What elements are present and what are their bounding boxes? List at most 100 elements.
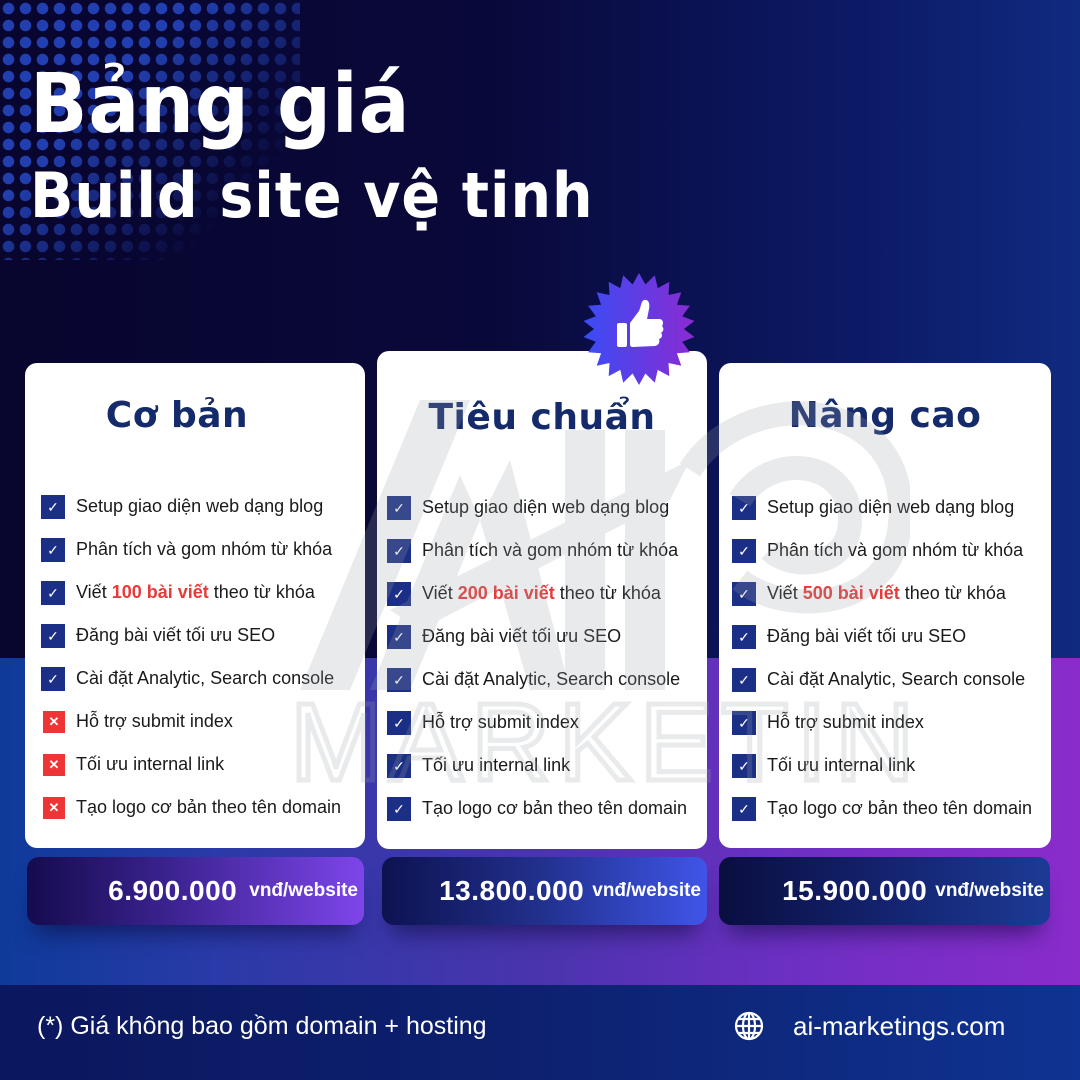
feature-text: Phân tích và gom nhóm từ khóa xyxy=(767,540,1023,561)
feature-text-pre: Hỗ trợ submit index xyxy=(767,712,924,732)
feature-text: Tối ưu internal link xyxy=(767,755,915,776)
check-icon: ✓ xyxy=(41,666,65,691)
check-icon: ✓ xyxy=(387,710,411,735)
feature-text: Cài đặt Analytic, Search console xyxy=(767,669,1025,690)
feature-text-pre: Setup giao diện web dạng blog xyxy=(767,497,1015,517)
feature-item: ✓ Phân tích và gom nhóm từ khóa xyxy=(732,529,1047,572)
check-icon: ✓ xyxy=(387,753,411,778)
cross-icon: ✕ xyxy=(43,710,65,733)
feature-item: ✕ Tạo logo cơ bản theo tên domain xyxy=(41,786,361,829)
feature-text-pre: Tối ưu internal link xyxy=(76,754,225,774)
feature-text-pre: Phân tích và gom nhóm từ khóa xyxy=(76,539,333,559)
check-icon: ✓ xyxy=(41,537,65,562)
feature-item: ✓ Tối ưu internal link xyxy=(732,744,1047,787)
feature-item: ✕ Hỗ trợ submit index xyxy=(41,700,361,743)
feature-text-pre: Cài đặt Analytic, Search console xyxy=(422,669,681,689)
feature-text: Hỗ trợ submit index xyxy=(767,712,924,733)
check-icon: ✓ xyxy=(732,538,756,563)
feature-text-pre: Hỗ trợ submit index xyxy=(422,712,579,732)
feature-text-pre: Cài đặt Analytic, Search console xyxy=(767,669,1026,689)
feature-item: ✓ Đăng bài viết tối ưu SEO xyxy=(387,615,703,658)
website-link[interactable]: ai-marketings.com xyxy=(733,1010,1005,1042)
check-icon: ✓ xyxy=(387,538,411,563)
cross-icon: ✕ xyxy=(43,796,65,819)
feature-item: ✓ Viết 200 bài viết theo từ khóa xyxy=(387,572,703,615)
price-box-standard: 13.800.000 vnđ/website xyxy=(382,857,707,925)
check-icon: ✓ xyxy=(387,796,411,821)
check-icon: ✓ xyxy=(732,495,756,520)
feature-text: Phân tích và gom nhóm từ khóa xyxy=(422,540,678,561)
feature-text: Tối ưu internal link xyxy=(422,755,570,776)
check-icon: ✓ xyxy=(732,667,756,692)
feature-item: ✕ Tối ưu internal link xyxy=(41,743,361,786)
price-unit: vnđ/website xyxy=(249,880,358,901)
feature-highlight: 100 bài viết xyxy=(111,582,209,602)
price-box-basic: 6.900.000 vnđ/website xyxy=(27,857,364,925)
feature-text: Viết 200 bài viết theo từ khóa xyxy=(422,583,661,604)
feature-text: Viết 500 bài viết theo từ khóa xyxy=(767,583,1006,604)
check-icon: ✓ xyxy=(387,495,411,520)
feature-text: Setup giao diện web dạng blog xyxy=(76,496,323,517)
feature-list: ✓ Setup giao diện web dạng blog ✓ Phân tích… xyxy=(732,486,1047,830)
plan-title: Cơ bản xyxy=(105,395,249,436)
feature-item: ✓ Tạo logo cơ bản theo tên domain xyxy=(732,787,1047,830)
feature-text: Đăng bài viết tối ưu SEO xyxy=(76,625,275,646)
feature-text: Tạo logo cơ bản theo tên domain xyxy=(422,798,687,819)
plan-card-advanced: Nâng cao ✓ Setup giao diện web dạng blog ✓… xyxy=(719,363,1051,848)
page-title: Bảng giá xyxy=(30,57,411,152)
plan-title: Nâng cao xyxy=(788,395,982,436)
feature-text: Đăng bài viết tối ưu SEO xyxy=(767,626,966,647)
feature-item: ✓ Tối ưu internal link xyxy=(387,744,703,787)
feature-text: Setup giao diện web dạng blog xyxy=(422,497,669,518)
feature-text: Hỗ trợ submit index xyxy=(76,711,233,732)
check-icon: ✓ xyxy=(732,624,756,649)
feature-item: ✓ Cài đặt Analytic, Search console xyxy=(387,658,703,701)
feature-text: Cài đặt Analytic, Search console xyxy=(76,668,334,689)
feature-text: Viết 100 bài viết theo từ khóa xyxy=(76,582,315,603)
feature-text-post: theo từ khóa xyxy=(899,583,1006,603)
check-icon: ✓ xyxy=(41,623,65,648)
check-icon: ✓ xyxy=(732,581,756,606)
check-icon: ✓ xyxy=(387,581,411,606)
feature-highlight: 200 bài viết xyxy=(457,583,555,603)
feature-item: ✓ Hỗ trợ submit index xyxy=(387,701,703,744)
feature-text-pre: Setup giao diện web dạng blog xyxy=(76,496,324,516)
feature-item: ✓ Đăng bài viết tối ưu SEO xyxy=(732,615,1047,658)
check-icon: ✓ xyxy=(732,796,756,821)
feature-list: ✓ Setup giao diện web dạng blog ✓ Phân tích… xyxy=(41,485,361,829)
feature-highlight: 500 bài viết xyxy=(802,583,900,603)
feature-text-pre: Viết xyxy=(767,583,803,603)
feature-list: ✓ Setup giao diện web dạng blog ✓ Phân tích… xyxy=(387,486,703,830)
feature-item: ✓ Cài đặt Analytic, Search console xyxy=(41,657,361,700)
feature-text-post: theo từ khóa xyxy=(554,583,661,603)
feature-text-pre: Viết xyxy=(422,583,458,603)
feature-item: ✓ Phân tích và gom nhóm từ khóa xyxy=(41,528,361,571)
feature-text-pre: Phân tích và gom nhóm từ khóa xyxy=(767,540,1024,560)
feature-text-pre: Phân tích và gom nhóm từ khóa xyxy=(422,540,679,560)
feature-text: Đăng bài viết tối ưu SEO xyxy=(422,626,621,647)
feature-item: ✓ Setup giao diện web dạng blog xyxy=(387,486,703,529)
check-icon: ✓ xyxy=(387,624,411,649)
feature-text: Tối ưu internal link xyxy=(76,754,224,775)
globe-icon xyxy=(734,1011,764,1041)
feature-text: Cài đặt Analytic, Search console xyxy=(422,669,680,690)
feature-text-pre: Cài đặt Analytic, Search console xyxy=(76,668,335,688)
feature-text: Tạo logo cơ bản theo tên domain xyxy=(767,798,1032,819)
feature-text-pre: Tạo logo cơ bản theo tên domain xyxy=(767,798,1032,818)
cross-icon: ✕ xyxy=(43,753,65,776)
feature-text-pre: Setup giao diện web dạng blog xyxy=(422,497,670,517)
feature-text-pre: Tạo logo cơ bản theo tên domain xyxy=(76,797,341,817)
page-subtitle: Build site vệ tinh xyxy=(30,159,594,232)
price-amount: 15.900.000 xyxy=(782,875,928,906)
feature-text: Tạo logo cơ bản theo tên domain xyxy=(76,797,341,818)
feature-text: Phân tích và gom nhóm từ khóa xyxy=(76,539,332,560)
feature-item: ✓ Phân tích và gom nhóm từ khóa xyxy=(387,529,703,572)
website-url[interactable]: ai-marketings.com xyxy=(793,1011,1005,1042)
price-unit: vnđ/website xyxy=(935,880,1044,901)
feature-text: Setup giao diện web dạng blog xyxy=(767,497,1014,518)
feature-text-pre: Tối ưu internal link xyxy=(422,755,571,775)
feature-item: ✓ Viết 500 bài viết theo từ khóa xyxy=(732,572,1047,615)
feature-item: ✓ Cài đặt Analytic, Search console xyxy=(732,658,1047,701)
check-icon: ✓ xyxy=(387,667,411,692)
feature-item: ✓ Setup giao diện web dạng blog xyxy=(732,486,1047,529)
